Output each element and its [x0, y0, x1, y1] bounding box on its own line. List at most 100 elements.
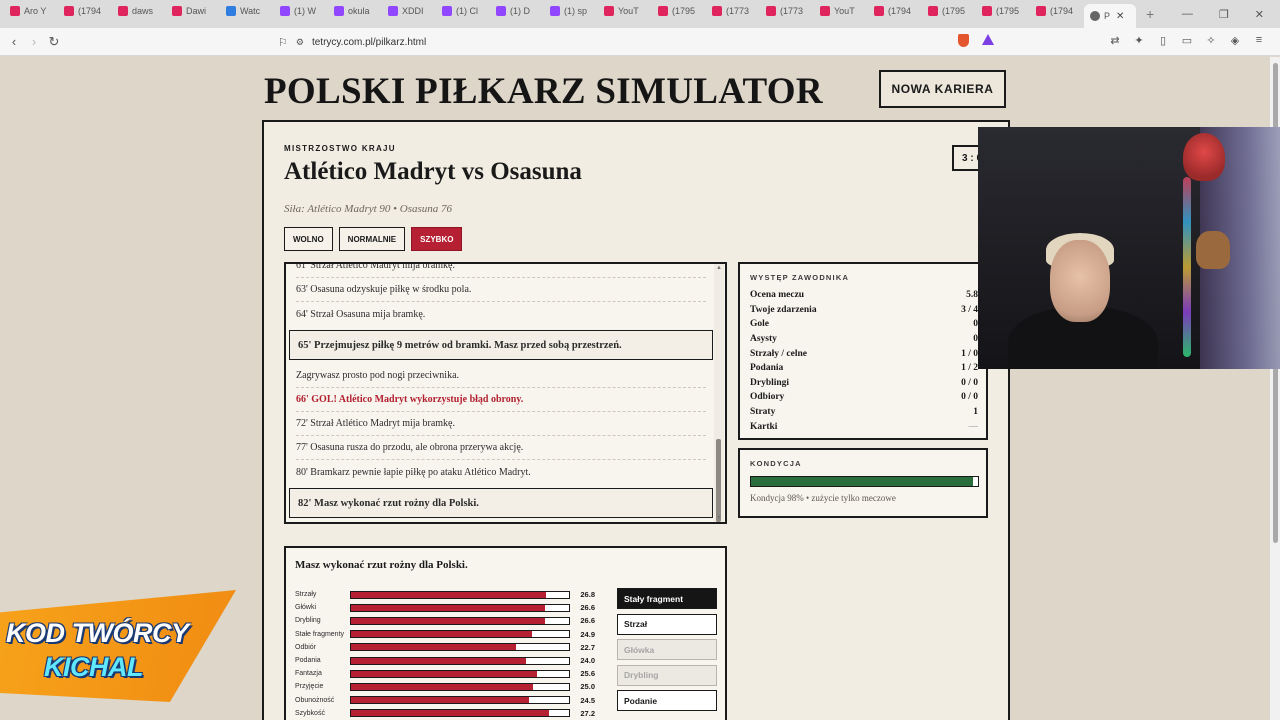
action-button[interactable]: Stały fragment: [617, 588, 717, 609]
skill-name: Strzały: [295, 591, 317, 599]
speed-fast-button[interactable]: SZYBKO: [411, 227, 463, 251]
maximize-icon[interactable]: ❐: [1219, 8, 1229, 21]
fitness-bar-fill: [751, 477, 974, 486]
tab-title: (1794: [888, 6, 912, 16]
back-icon[interactable]: ‹: [4, 34, 24, 49]
browser-tab[interactable]: (1) Cl: [436, 0, 490, 22]
performance-value: 3 / 4: [961, 304, 978, 315]
brave-shields-icon[interactable]: [958, 34, 969, 47]
browser-tab[interactable]: Watc: [220, 0, 274, 22]
match-log-scrollbar[interactable]: ▲ ▼: [714, 264, 724, 522]
sidebar-icon[interactable]: ▯: [1156, 34, 1170, 47]
browser-tab[interactable]: YouT: [814, 0, 868, 22]
address-url[interactable]: tetrycy.com.pl/pilkarz.html: [312, 37, 426, 48]
skill-name: Drybling: [295, 617, 321, 625]
skill-row: Obunożność 24.5: [295, 694, 595, 707]
browser-tab[interactable]: Dawi: [166, 0, 220, 22]
skill-bar-fill: [350, 710, 550, 717]
competition-label: MISTRZOSTWO KRAJU: [284, 144, 396, 153]
speed-normal-button[interactable]: NORMALNIE: [338, 227, 406, 251]
scroll-down-icon[interactable]: ▼: [716, 515, 722, 521]
globe-icon: [1090, 11, 1100, 21]
performance-row: Gole 0: [750, 317, 978, 332]
skill-row: Główki 26.6: [295, 601, 595, 614]
browser-tab[interactable]: (1) D: [490, 0, 544, 22]
browser-tab[interactable]: Aro Y: [4, 0, 58, 22]
skill-row: Odbiór 22.7: [295, 641, 595, 654]
site-info-icon[interactable]: ⚙: [296, 37, 304, 48]
log-entry: 80' Bramkarz pewnie łapie piłkę po ataku…: [296, 466, 531, 478]
skill-bars: Strzały 26.8 Główki 26.6 Drybling 26.6 Stałe f…: [295, 588, 595, 720]
webcam-figurine: [1183, 133, 1225, 181]
vpn-icon[interactable]: ◈: [1228, 34, 1242, 47]
browser-tab[interactable]: (1794: [58, 0, 112, 22]
translate-icon[interactable]: ⇄: [1108, 34, 1122, 47]
close-window-icon[interactable]: ✕: [1255, 8, 1264, 21]
browser-tab[interactable]: (1795: [922, 0, 976, 22]
browser-tab[interactable]: (1) W: [274, 0, 328, 22]
performance-label: Dryblingi: [750, 377, 790, 388]
corner-kick-decision: Masz wykonać rzut rożny dla Polski. Strz…: [284, 546, 727, 720]
skill-name: Stałe fragmenty: [295, 630, 345, 638]
performance-heading: WYSTĘP ZAWODNIKA: [750, 273, 850, 282]
menu-icon[interactable]: ≡: [1252, 34, 1266, 47]
log-entry: Zagrywasz prosto pod nogi przeciwnika.: [296, 364, 706, 388]
browser-tab[interactable]: daws: [112, 0, 166, 22]
tab-favicon-icon: [766, 6, 776, 16]
browser-tab[interactable]: (1795: [976, 0, 1030, 22]
browser-tab[interactable]: (1773: [760, 0, 814, 22]
skill-value: 22.7: [580, 642, 595, 652]
skill-row: Przyjęcie 25.0: [295, 680, 595, 693]
minimize-icon[interactable]: —: [1182, 8, 1193, 20]
wallet-icon[interactable]: ▭: [1180, 34, 1194, 47]
match-log[interactable]: 61' Strzał Atlético Madryt mija bramkę. 6…: [284, 262, 727, 524]
browser-tab-active[interactable]: P ✕: [1084, 4, 1136, 28]
reload-icon[interactable]: ↻: [44, 34, 64, 50]
performance-row: Dryblingi 0 / 0: [750, 376, 978, 391]
tab-title: (1794: [1050, 6, 1074, 16]
tab-favicon-icon: [226, 6, 236, 16]
browser-tab[interactable]: (1795: [652, 0, 706, 22]
match-panel: MISTRZOSTWO KRAJU Atlético Madryt vs Osa…: [262, 120, 1012, 720]
browser-tab[interactable]: (1) sp: [544, 0, 598, 22]
scroll-up-icon[interactable]: ▲: [716, 265, 722, 271]
skill-value: 25.0: [580, 682, 595, 692]
browser-tab[interactable]: YouT: [598, 0, 652, 22]
performance-stats: Ocena meczu 5.8 Twoje zdarzenia 3 / 4 Gole 0 A…: [750, 288, 978, 434]
tab-strip: Aro Y (1794 daws Dawi Watc (1) W okula XDDI (1) …: [4, 0, 1136, 28]
tab-close-icon[interactable]: ✕: [1116, 11, 1124, 22]
skill-bar: [349, 656, 571, 665]
performance-row: Podania 1 / 2: [750, 361, 978, 376]
leo-ai-icon[interactable]: ✧: [1204, 34, 1218, 47]
new-tab-button[interactable]: +: [1146, 6, 1154, 22]
tab-title: (1795: [942, 6, 966, 16]
brave-rewards-icon[interactable]: [982, 34, 994, 45]
tab-favicon-icon: [172, 6, 182, 16]
browser-tab[interactable]: XDDI: [382, 0, 436, 22]
browser-tab[interactable]: (1794: [1030, 0, 1084, 22]
browser-tab[interactable]: okula: [328, 0, 382, 22]
skill-row: Fantazja 25.6: [295, 667, 595, 680]
skill-bar-fill: [350, 617, 545, 624]
match-log-scroll-thumb[interactable]: [716, 439, 721, 522]
address-bar[interactable]: ⚐ ⚙ tetrycy.com.pl/pilkarz.html: [278, 32, 1000, 52]
bookmark-icon[interactable]: ⚐: [278, 36, 288, 49]
extensions-icon[interactable]: ✦: [1132, 34, 1146, 47]
skill-bar-fill: [350, 657, 526, 664]
skill-value: 24.5: [580, 695, 595, 705]
speed-slow-button[interactable]: WOLNO: [284, 227, 333, 251]
browser-tab[interactable]: (1773: [706, 0, 760, 22]
match-title: Atlético Madryt vs Osasuna: [284, 158, 582, 185]
skill-name: Obunożność: [295, 696, 335, 704]
log-entry-highlight: 65' Przejmujesz piłkę 9 metrów od bramki…: [289, 330, 713, 360]
new-career-button[interactable]: NOWA KARIERA: [879, 70, 1006, 108]
browser-tab[interactable]: (1794: [868, 0, 922, 22]
action-button[interactable]: Podanie: [617, 690, 717, 712]
log-entry-goal: 66' GOL! Atlético Madryt wykorzystuje bł…: [296, 388, 706, 412]
action-button[interactable]: Strzał: [617, 613, 717, 635]
skill-row: Podania 24.0: [295, 654, 595, 667]
forward-icon[interactable]: ›: [24, 34, 44, 49]
performance-label: Ocena meczu: [750, 290, 805, 301]
skill-bar: [349, 616, 571, 625]
skill-name: Główki: [295, 604, 317, 612]
